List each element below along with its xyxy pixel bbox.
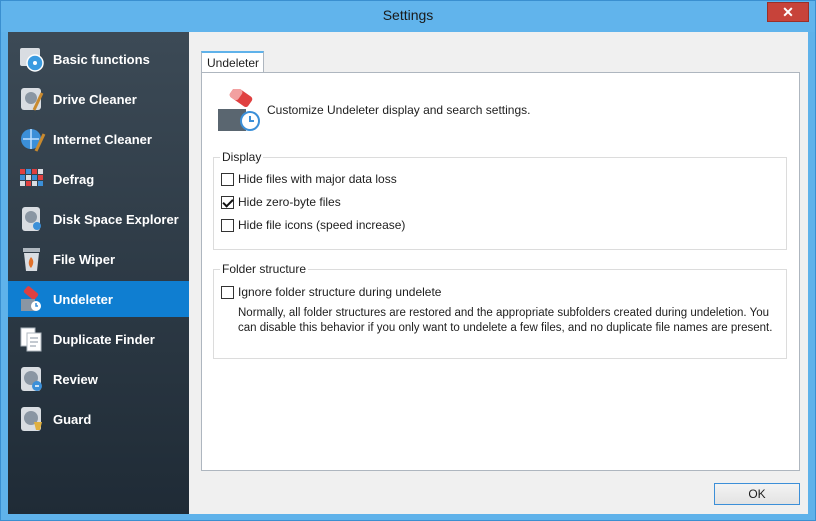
header-description: Customize Undeleter display and search s… — [267, 103, 531, 117]
sidebar-item-label: Guard — [53, 411, 92, 427]
sidebar: Basic functions Drive Cleaner Internet C… — [8, 32, 189, 514]
ignore-folder-structure-option[interactable]: Ignore folder structure during undelete — [221, 285, 441, 299]
hide-zero-byte-checkbox[interactable] — [221, 195, 234, 209]
ignore-folder-structure-checkbox[interactable] — [221, 285, 234, 299]
file-wiper-icon — [17, 244, 47, 274]
sidebar-item-undeleter[interactable]: Undeleter — [8, 281, 189, 317]
sidebar-item-label: Review — [53, 371, 98, 387]
option-label: Hide zero-byte files — [238, 195, 341, 209]
hide-major-data-loss-option[interactable]: Hide files with major data loss — [221, 172, 397, 186]
undeleter-icon — [17, 284, 47, 314]
option-label: Hide file icons (speed increase) — [238, 218, 406, 232]
sidebar-item-disk-space-explorer[interactable]: Disk Space Explorer — [8, 201, 189, 237]
folder-structure-group: Folder structure Ignore folder structure… — [213, 262, 787, 359]
sidebar-item-guard[interactable]: Guard — [8, 401, 189, 437]
display-group: Display Hide files with major data loss … — [213, 150, 787, 250]
option-label: Ignore folder structure during undelete — [238, 285, 442, 299]
sidebar-item-label: Duplicate Finder — [53, 331, 155, 347]
settings-window: Settings ✕ Basic functions Drive Cleaner — [0, 0, 816, 521]
internet-cleaner-icon — [17, 124, 47, 154]
display-group-title: Display — [220, 150, 264, 164]
review-icon — [17, 364, 47, 394]
sidebar-item-label: Internet Cleaner — [53, 131, 152, 147]
disk-space-explorer-icon — [17, 204, 47, 234]
basic-functions-icon — [17, 44, 47, 74]
sidebar-item-label: Defrag — [53, 171, 95, 187]
sidebar-item-internet-cleaner[interactable]: Internet Cleaner — [8, 121, 189, 157]
sidebar-item-label: Drive Cleaner — [53, 91, 137, 107]
title-bar[interactable]: Settings ✕ — [1, 1, 815, 32]
sidebar-item-file-wiper[interactable]: File Wiper — [8, 241, 189, 277]
window-title: Settings — [382, 7, 434, 23]
hide-file-icons-checkbox[interactable] — [221, 218, 234, 232]
sidebar-item-drive-cleaner[interactable]: Drive Cleaner — [8, 81, 189, 117]
client-area: Basic functions Drive Cleaner Internet C… — [8, 32, 808, 514]
hide-zero-byte-option[interactable]: Hide zero-byte files — [221, 195, 341, 209]
duplicate-finder-icon — [17, 324, 47, 354]
guard-icon — [17, 404, 47, 434]
ok-button[interactable]: OK — [714, 483, 800, 505]
folder-structure-group-title: Folder structure — [220, 262, 309, 276]
sidebar-item-duplicate-finder[interactable]: Duplicate Finder — [8, 321, 189, 357]
settings-panel: Customize Undeleter display and search s… — [201, 72, 800, 471]
tab-undeleter[interactable]: Undeleter — [201, 51, 264, 73]
drive-cleaner-icon — [17, 84, 47, 114]
sidebar-item-label: Undeleter — [53, 291, 113, 307]
sidebar-item-label: File Wiper — [53, 251, 116, 267]
close-icon: ✕ — [782, 4, 794, 20]
defrag-icon — [17, 164, 47, 194]
sidebar-item-label: Basic functions — [53, 51, 150, 67]
folder-structure-note: Normally, all folder structures are rest… — [238, 307, 773, 334]
sidebar-item-basic-functions[interactable]: Basic functions — [8, 41, 189, 77]
hide-major-data-loss-checkbox[interactable] — [221, 172, 234, 186]
close-button[interactable]: ✕ — [767, 2, 809, 22]
sidebar-item-label: Disk Space Explorer — [53, 211, 179, 227]
option-label: Hide files with major data loss — [238, 172, 397, 186]
sidebar-item-review[interactable]: Review — [8, 361, 189, 397]
hide-file-icons-option[interactable]: Hide file icons (speed increase) — [221, 218, 405, 232]
undeleter-icon — [216, 86, 264, 133]
sidebar-item-defrag[interactable]: Defrag — [8, 161, 189, 197]
